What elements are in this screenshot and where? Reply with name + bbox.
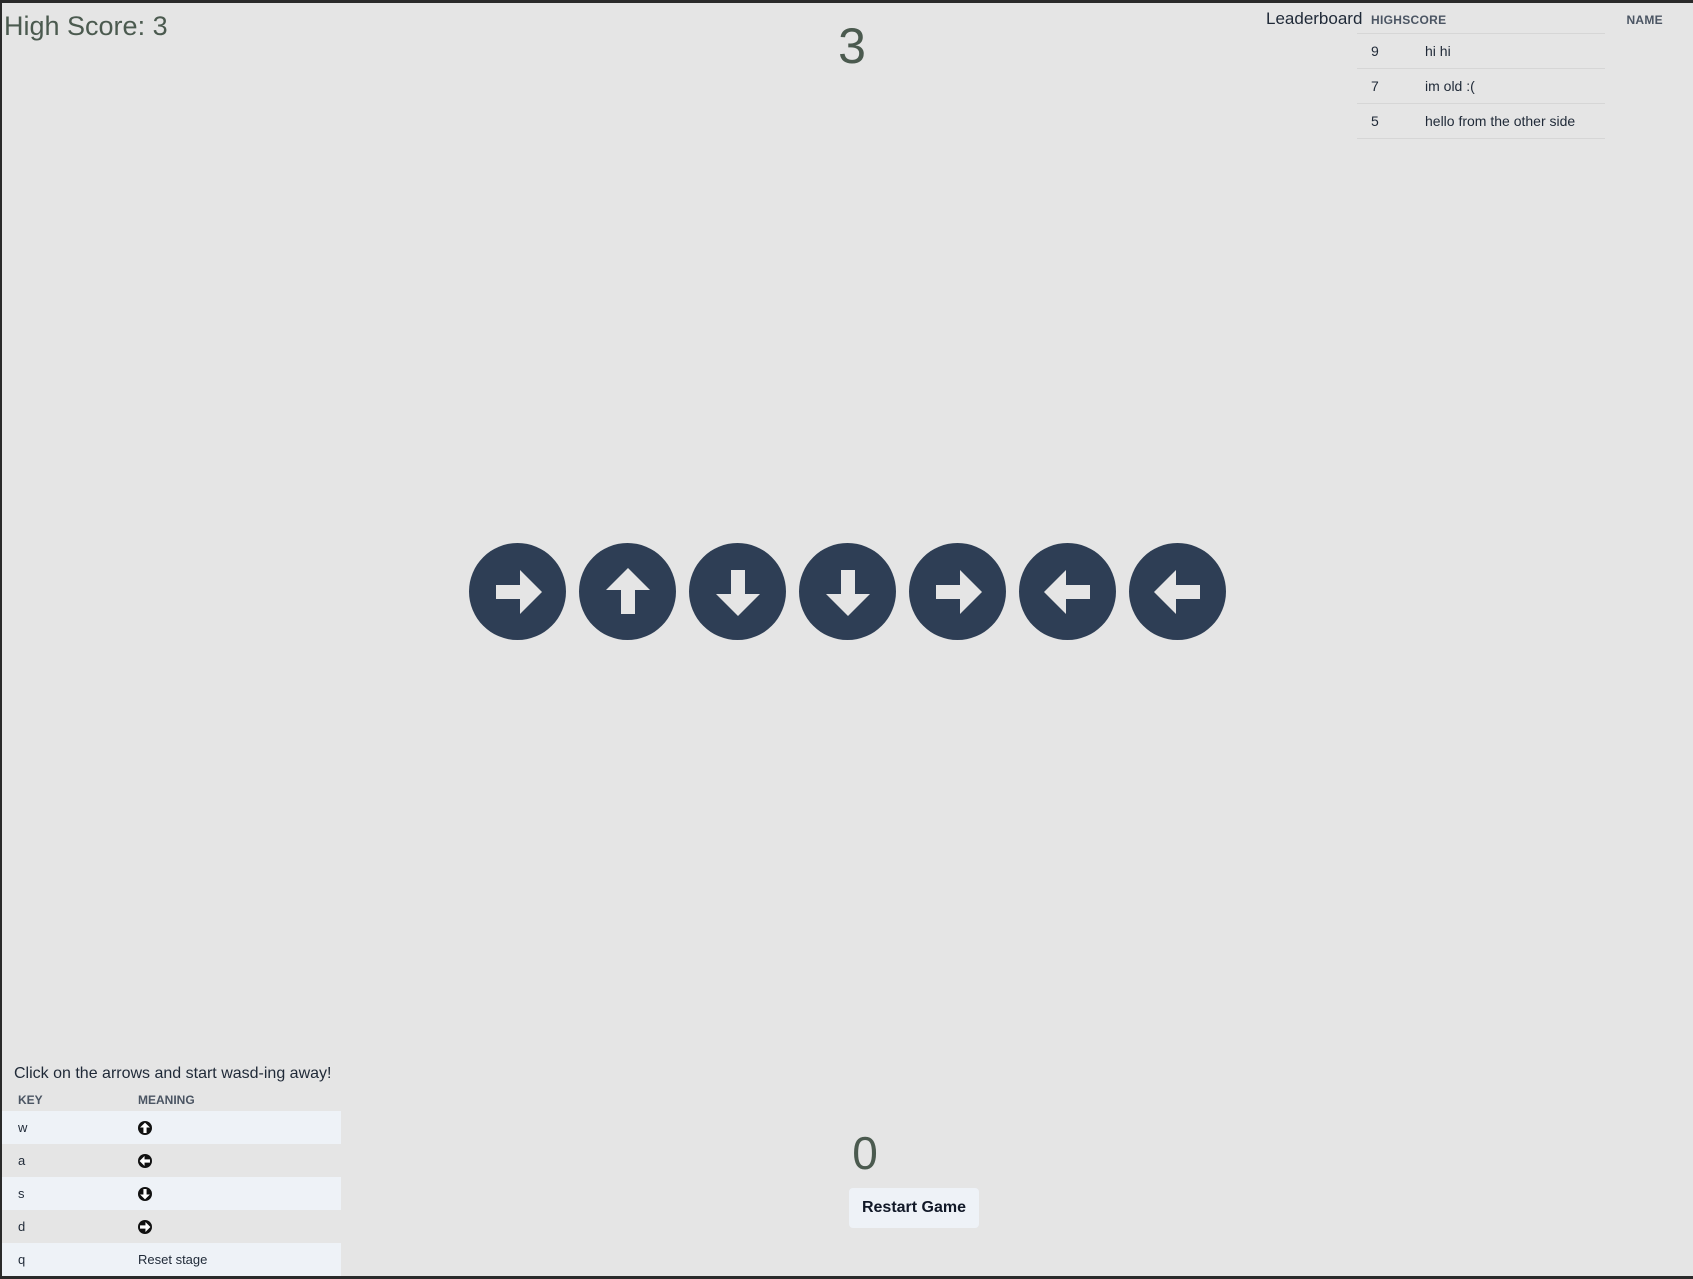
- arrow-down-button[interactable]: [799, 543, 896, 640]
- meaning-cell: [138, 1111, 341, 1144]
- key-header: KEY: [18, 1093, 43, 1107]
- meaning-cell: [138, 1210, 341, 1243]
- key-row: d: [2, 1210, 341, 1243]
- key-row: w: [2, 1111, 341, 1144]
- arrow-down-icon: [715, 569, 760, 616]
- leaderboard-header-highscore: HIGHSCORE: [1371, 13, 1447, 27]
- arrow-down-button[interactable]: [689, 543, 786, 640]
- leaderboard-row: 5 hello from the other side: [1357, 103, 1693, 139]
- meaning-cell: [138, 1144, 341, 1177]
- current-score: 3: [838, 18, 866, 74]
- high-score-label: High Score: 3: [4, 11, 168, 41]
- meaning-cell: Reset stage: [138, 1243, 341, 1276]
- leaderboard-score: 5: [1357, 103, 1411, 139]
- game-page: High Score: 3 3 Leaderboard HIGHSCORE NA…: [2, 3, 1693, 1276]
- arrow-left-icon: [1153, 569, 1200, 614]
- arrow-down-icon: [138, 1187, 152, 1202]
- key-row: s: [2, 1177, 341, 1210]
- restart-game-button[interactable]: Restart Game: [849, 1188, 979, 1228]
- leaderboard-name: hello from the other side: [1411, 103, 1606, 139]
- key-cell: a: [18, 1153, 26, 1168]
- instructions-text: Click on the arrows and start wasd-ing a…: [14, 1065, 332, 1082]
- key-cell: w: [2, 1111, 138, 1144]
- arrow-up-button[interactable]: [579, 543, 676, 640]
- arrow-right-icon: [495, 569, 542, 614]
- meaning-header: MEANING: [138, 1093, 195, 1107]
- key-cell: q: [2, 1243, 138, 1276]
- arrow-right-icon: [935, 569, 982, 614]
- arrow-up-icon: [138, 1121, 152, 1136]
- key-cell: d: [18, 1219, 26, 1234]
- arrow-right-button[interactable]: [469, 543, 566, 640]
- key-row: a: [2, 1144, 341, 1177]
- arrow-up-icon: [605, 567, 650, 614]
- stage-progress-score: 0: [852, 1127, 878, 1179]
- leaderboard-row: 9 hi hi: [1357, 33, 1693, 69]
- key-row: q Reset stage: [2, 1243, 341, 1276]
- arrow-left-icon: [1043, 569, 1090, 614]
- leaderboard-name: hi hi: [1411, 33, 1606, 69]
- leaderboard-score: 9: [1357, 33, 1411, 69]
- arrow-down-icon: [825, 569, 870, 616]
- meaning-cell: [138, 1177, 341, 1210]
- leaderboard-table: HIGHSCORE NAME 9 hi hi 7 im old :( 5 hel…: [1357, 7, 1693, 139]
- arrow-left-icon: [138, 1154, 152, 1169]
- key-legend-table: KEY MEANING w a s d q Reset stage: [2, 1089, 341, 1276]
- arrow-right-button[interactable]: [909, 543, 1006, 640]
- leaderboard-name: im old :(: [1411, 68, 1606, 104]
- arrow-left-button[interactable]: [1019, 543, 1116, 640]
- arrow-right-icon: [138, 1220, 152, 1235]
- key-cell: s: [2, 1177, 138, 1210]
- leaderboard-header-name: NAME: [1626, 13, 1663, 28]
- leaderboard-row: 7 im old :(: [1357, 68, 1693, 104]
- leaderboard-score: 7: [1357, 68, 1411, 104]
- arrow-sequence: [469, 543, 1226, 640]
- arrow-left-button[interactable]: [1129, 543, 1226, 640]
- leaderboard-title: Leaderboard: [1266, 9, 1363, 28]
